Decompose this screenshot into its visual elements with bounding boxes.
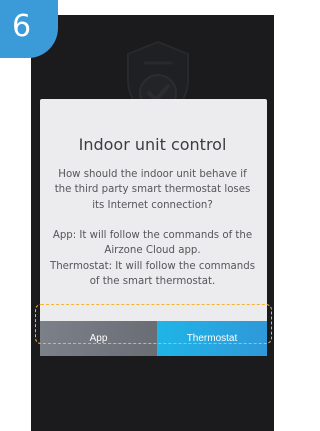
step-number: 6 [12,9,32,44]
dialog-title: Indoor unit control [78,135,227,154]
dialog-description: How should the indoor unit behave if the… [49,169,256,288]
dialog-buttons: App Thermostat [40,321,267,356]
thermostat-button[interactable]: Thermostat [157,321,267,356]
phone-screen: Indoor unit control How should the indoo… [31,15,274,431]
app-button[interactable]: App [40,321,157,356]
